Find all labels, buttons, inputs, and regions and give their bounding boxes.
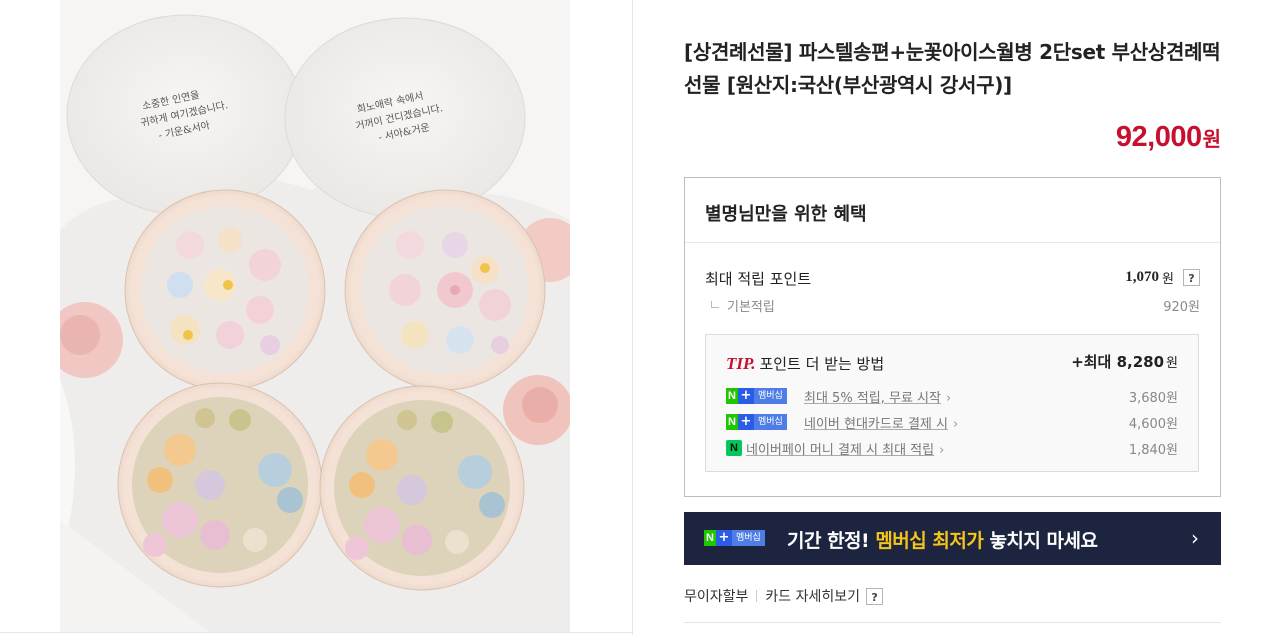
membership-badge-label: 멤버십 [732, 530, 765, 546]
tip-item-text: 네이버페이 머니 결제 시 최대 적립 [746, 443, 935, 458]
tip-tag: TIP. [726, 354, 756, 373]
max-points-unit: 원 [1162, 272, 1174, 287]
max-points-label: 최대 적립 포인트 [705, 270, 812, 288]
tree-corner-icon [711, 301, 719, 308]
basic-points-label-group: 기본적립 [711, 296, 775, 315]
banner-text-suffix: 놓치지 마세요 [983, 530, 1098, 552]
max-points-value-group: 1,070 원 ? [1125, 268, 1200, 287]
basic-points-value: 920원 [1163, 300, 1200, 315]
membership-badge-label: 멤버십 [754, 414, 787, 430]
basic-points-label: 기본적립 [727, 300, 775, 315]
image-divider [632, 0, 633, 635]
help-icon[interactable]: ? [1183, 269, 1200, 286]
max-points-value: 1,070 [1125, 269, 1160, 285]
tip-item-text: 네이버 현대카드로 결제 시 [804, 417, 948, 432]
help-icon[interactable]: ? [866, 587, 884, 605]
tip-item-text: 최대 5% 적립, 무료 시작 [804, 391, 941, 406]
tip-item-membership[interactable]: N + 멤버십 최대 5% 적립, 무료 시작 › 3,680원 [726, 387, 1178, 406]
tip-item-amount: 3,680원 [1128, 391, 1178, 406]
naver-n-icon: N [726, 388, 738, 404]
price-unit: 원 [1202, 129, 1221, 151]
chevron-right-icon: › [939, 443, 945, 458]
membership-badge-label: 멤버십 [754, 388, 787, 404]
product-title: [상견례선물] 파스텔송편+눈꽃아이스월병 2단set 부산상견례떡선물 [원산… [684, 40, 1221, 97]
product-image[interactable]: 소중한 인연을 귀하게 여기겠습니다. - 기운&서아 희노애락 속에서 거꺼이… [60, 0, 570, 632]
tip-item-amount: 1,840원 [1128, 443, 1178, 458]
membership-badge-icon: N + 멤버십 [726, 388, 787, 404]
payment-links: 무이자할부 카드 자세히보기 ? [684, 586, 884, 606]
tip-item-hyundai-card[interactable]: N + 멤버십 네이버 현대카드로 결제 시 › 4,600원 [726, 413, 1178, 432]
divider [684, 622, 1221, 623]
image-bottom-rule [0, 632, 632, 633]
chevron-right-icon: › [945, 391, 952, 406]
membership-badge-icon: N + 멤버십 [704, 530, 765, 546]
membership-badge-icon: N + 멤버십 [726, 414, 787, 430]
benefit-heading: 별명님만을 위한 혜택 [685, 178, 1220, 243]
tip-item-link[interactable]: 네이버페이 머니 결제 시 최대 적립 › [746, 439, 944, 458]
tip-heading: 포인트 더 받는 방법 [759, 355, 885, 373]
tip-max-points: +최대 8,280 원 [1071, 351, 1178, 372]
plus-icon: + [716, 530, 732, 546]
price-value: 92,000 [1115, 121, 1202, 153]
link-separator [756, 590, 758, 602]
installment-link[interactable]: 무이자할부 [684, 586, 748, 606]
tip-max-unit: 원 [1166, 356, 1178, 371]
product-price: 92,000원 [1116, 121, 1221, 154]
banner-text-prefix: 기간 한정! [787, 530, 876, 552]
banner-text: 기간 한정! 멤버십 최저가 놓치지 마세요 [787, 526, 1098, 553]
tip-heading-group: TIP. 포인트 더 받는 방법 [726, 353, 884, 374]
tip-item-link[interactable]: 네이버 현대카드로 결제 시 › [804, 413, 958, 432]
tip-box: TIP. 포인트 더 받는 방법 +최대 8,280 원 N + 멤버십 최대 5% 적… [705, 334, 1199, 472]
tip-item-link[interactable]: 최대 5% 적립, 무료 시작 › [804, 387, 951, 406]
membership-promo-banner[interactable]: N + 멤버십 기간 한정! 멤버십 최저가 놓치지 마세요 › [684, 512, 1221, 565]
card-detail-link[interactable]: 카드 자세히보기 [765, 586, 860, 606]
naverpay-icon: N [726, 440, 742, 456]
tip-max-value: +최대 8,280 [1071, 353, 1165, 371]
plus-icon: + [738, 388, 754, 404]
chevron-right-icon: › [1191, 526, 1199, 550]
naver-n-icon: N [726, 414, 738, 430]
tip-item-naverpay-money[interactable]: N 네이버페이 머니 결제 시 최대 적립 › 1,840원 [726, 439, 1178, 458]
benefit-box: 별명님만을 위한 혜택 최대 적립 포인트 1,070 원 ? 기본적립 920원… [684, 177, 1221, 497]
chevron-right-icon: › [952, 417, 959, 432]
plus-icon: + [738, 414, 754, 430]
tip-item-amount: 4,600원 [1128, 417, 1178, 432]
naver-n-icon: N [704, 530, 716, 546]
banner-text-highlight: 멤버십 최저가 [875, 530, 984, 552]
